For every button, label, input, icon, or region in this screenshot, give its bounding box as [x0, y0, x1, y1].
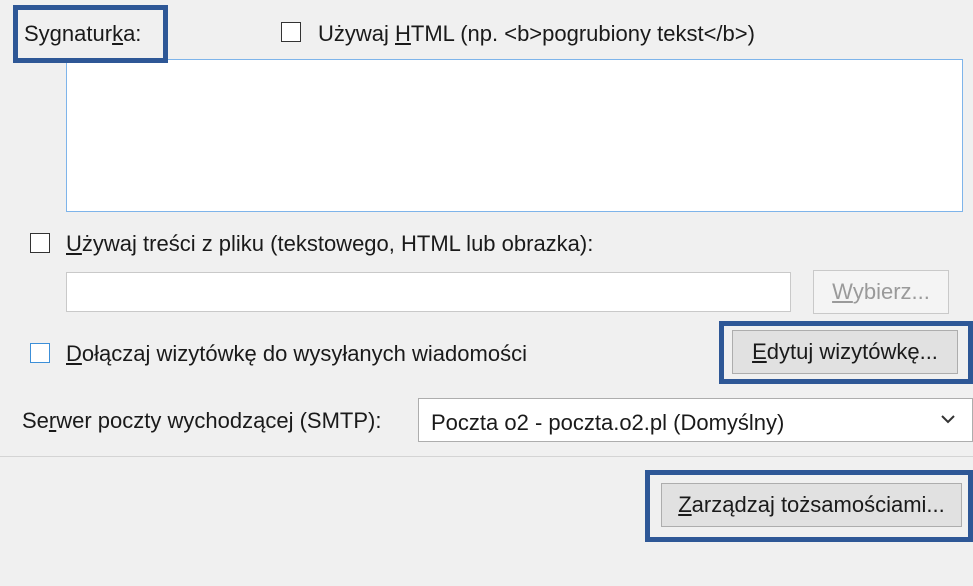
manage-identities-button[interactable]: Zarządzaj tożsamościami... [661, 483, 962, 527]
edit-vcard-button[interactable]: Edytuj wizytówkę... [732, 330, 958, 374]
file-path-input[interactable] [66, 272, 791, 312]
choose-file-button[interactable]: Wybierz... [813, 270, 949, 314]
use-file-label[interactable]: Używaj treści z pliku (tekstowego, HTML … [66, 233, 593, 255]
use-file-checkbox[interactable] [30, 233, 50, 253]
smtp-server-select[interactable]: Poczta o2 - poczta.o2.pl (Domyślny) [418, 398, 973, 442]
chevron-down-icon [941, 415, 955, 424]
attach-vcard-label[interactable]: Dołączaj wizytówkę do wysyłanych wiadomo… [66, 343, 527, 365]
use-html-label[interactable]: Używaj HTML (np. <b>pogrubiony tekst</b>… [318, 23, 755, 45]
smtp-selected-value: Poczta o2 - poczta.o2.pl (Domyślny) [431, 410, 785, 435]
signature-label: Sygnaturka: [24, 21, 142, 46]
use-html-checkbox[interactable] [281, 22, 301, 42]
divider [0, 456, 973, 457]
smtp-label: Serwer poczty wychodzącej (SMTP): [22, 408, 382, 433]
attach-vcard-checkbox[interactable] [30, 343, 50, 363]
signature-textarea[interactable] [66, 59, 963, 212]
